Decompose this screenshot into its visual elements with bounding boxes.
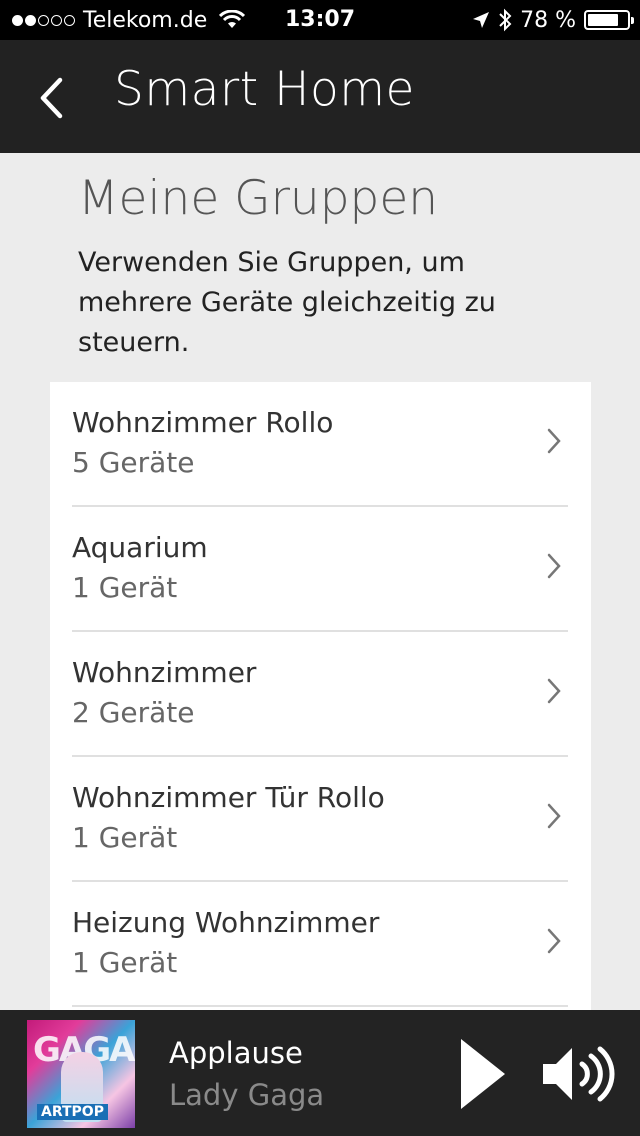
back-button[interactable]	[26, 70, 76, 126]
group-item-heizung-wohnzimmer[interactable]: Heizung Wohnzimmer 1 Gerät	[72, 882, 568, 1007]
chevron-left-icon	[40, 77, 63, 119]
group-item-wohnzimmer-rollo[interactable]: Wohnzimmer Rollo 5 Geräte	[72, 382, 568, 507]
app-screen: Telekom.de 13:07 78 % Smart Home Meine G…	[0, 0, 640, 1136]
group-item-wohnzimmer[interactable]: Wohnzimmer 2 Geräte	[72, 632, 568, 757]
nav-bar: Smart Home	[0, 40, 640, 153]
chevron-right-icon	[547, 928, 561, 954]
chevron-right-icon	[547, 553, 561, 579]
track-artist: Lady Gaga	[169, 1078, 325, 1112]
group-device-count: 1 Gerät	[72, 571, 178, 604]
group-device-count: 2 Geräte	[72, 696, 195, 729]
album-art[interactable]: GAGA ARTPOP	[27, 1020, 135, 1128]
battery-level	[588, 14, 618, 26]
group-device-count: 1 Gerät	[72, 946, 178, 979]
play-icon	[461, 1039, 505, 1109]
chevron-right-icon	[547, 803, 561, 829]
volume-icon	[543, 1046, 615, 1102]
main-content[interactable]: Meine Gruppen Verwenden Sie Gruppen, um …	[0, 153, 640, 1010]
section-description: Verwenden Sie Gruppen, um mehrere Geräte…	[78, 247, 496, 358]
group-device-count: 1 Gerät	[72, 821, 178, 854]
status-right: 78 %	[464, 0, 634, 40]
chevron-right-icon	[547, 428, 561, 454]
play-button[interactable]	[458, 1036, 508, 1112]
volume-button[interactable]	[540, 1044, 616, 1104]
album-label: ARTPOP	[37, 1104, 108, 1120]
group-item-aquarium[interactable]: Aquarium 1 Gerät	[72, 507, 568, 632]
chevron-right-icon	[547, 678, 561, 704]
bluetooth-icon	[499, 8, 512, 32]
battery-percentage: 78 %	[520, 7, 576, 33]
location-arrow-icon	[473, 12, 490, 28]
group-device-count: 5 Geräte	[72, 446, 195, 479]
group-name: Wohnzimmer Tür Rollo	[72, 781, 385, 814]
group-name: Wohnzimmer Rollo	[72, 406, 334, 439]
group-name: Wohnzimmer	[72, 656, 257, 689]
group-item-wohnzimmer-tuer-rollo[interactable]: Wohnzimmer Tür Rollo 1 Gerät	[72, 757, 568, 882]
status-bar: Telekom.de 13:07 78 %	[0, 0, 640, 40]
track-title: Applause	[169, 1036, 303, 1070]
page-title: Smart Home	[114, 62, 415, 117]
battery-tip	[631, 17, 634, 24]
battery-icon	[584, 10, 634, 30]
section-title: Meine Gruppen	[78, 171, 439, 226]
group-name: Aquarium	[72, 531, 208, 564]
now-playing-bar[interactable]: GAGA ARTPOP Applause Lady Gaga	[0, 1010, 640, 1136]
group-list: Wohnzimmer Rollo 5 Geräte Aquarium 1 Ger…	[50, 382, 591, 1010]
group-name: Heizung Wohnzimmer	[72, 906, 380, 939]
